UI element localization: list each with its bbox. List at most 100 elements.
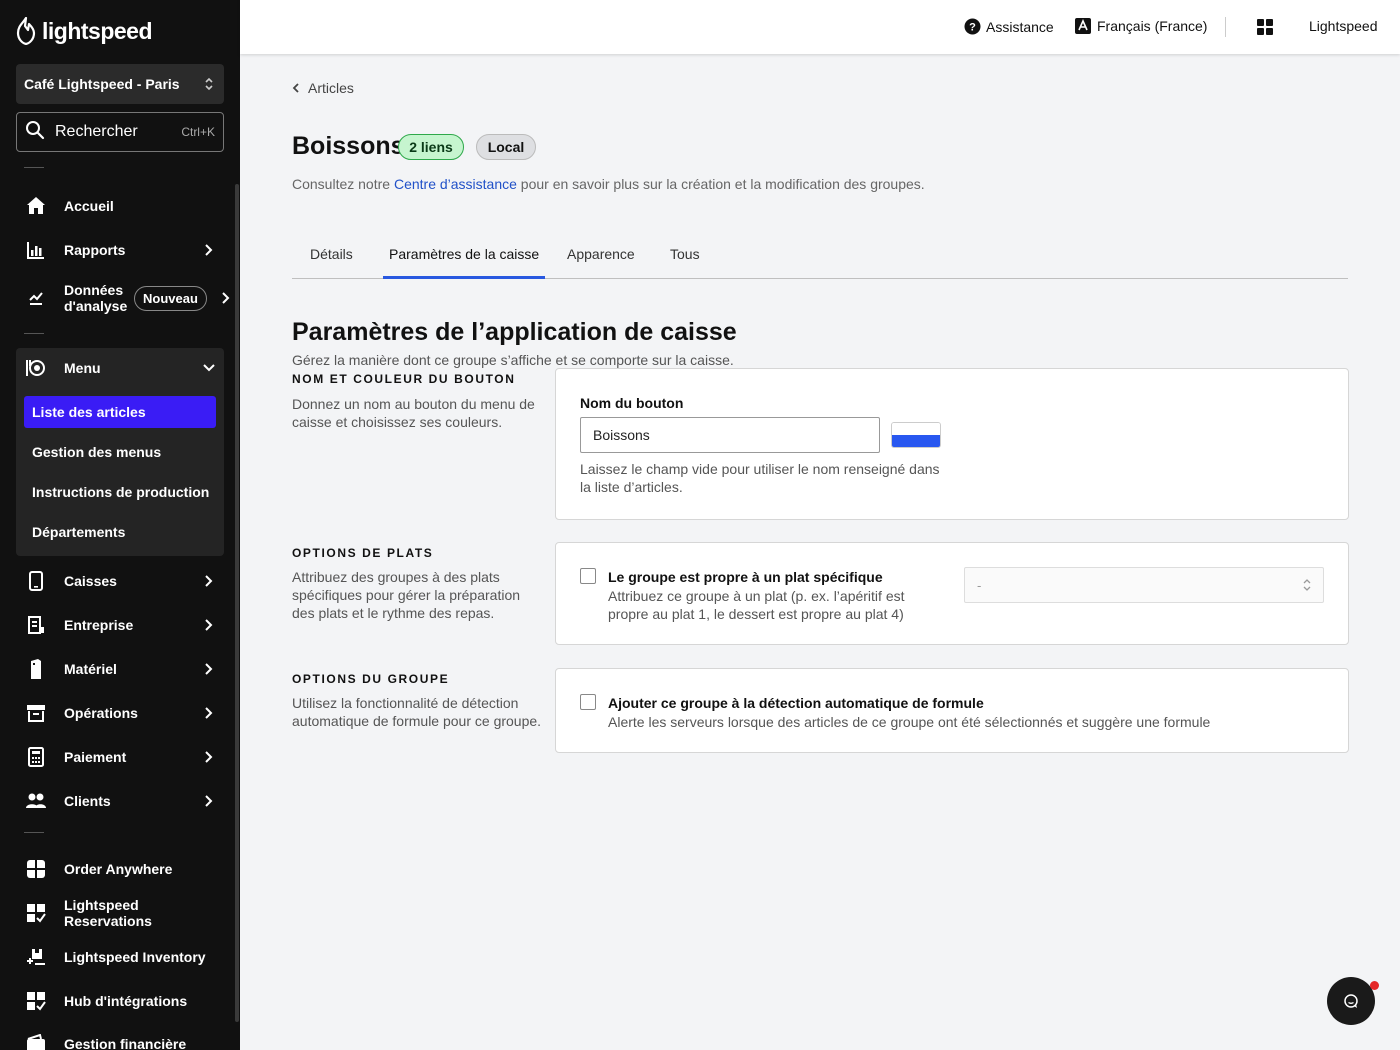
- archive-icon: [24, 701, 48, 725]
- new-badge: Nouveau: [134, 285, 207, 311]
- account-label: Lightspeed: [1309, 18, 1378, 34]
- tab-apparence[interactable]: Apparence: [567, 246, 635, 276]
- lightspeed-logo[interactable]: lightspeed: [16, 17, 153, 45]
- submenu-item-instructions-production[interactable]: Instructions de production: [24, 476, 216, 508]
- sidebar-item-clients[interactable]: Clients: [16, 781, 224, 821]
- language-icon: [1075, 18, 1091, 34]
- button-name-help: Laissez le champ vide pour utiliser le n…: [580, 461, 940, 495]
- auto-detection-checkbox[interactable]: [580, 694, 596, 710]
- menu-group: Menu Liste des articles Gestion des menu…: [16, 348, 224, 556]
- logo-text: lightspeed: [42, 17, 153, 44]
- sidebar-item-donnees-analyse[interactable]: Données d'analyse Nouveau: [16, 278, 240, 318]
- breadcrumb[interactable]: Articles: [292, 80, 354, 96]
- divider: [24, 167, 44, 168]
- course-section-description: Attribuez des groupes à des plats spécif…: [292, 569, 521, 621]
- sidebar-item-label: Menu: [64, 360, 101, 376]
- tab-parametres-caisse[interactable]: Paramètres de la caisse: [383, 246, 546, 279]
- menu-icon: [24, 356, 48, 380]
- grid-icon: [1257, 19, 1273, 35]
- sidebar-item-caisses[interactable]: Caisses: [16, 561, 224, 601]
- device-icon: [24, 657, 48, 681]
- sidebar-item-order-anywhere[interactable]: Order Anywhere: [16, 849, 224, 889]
- analytics-label-line1: Données: [64, 282, 124, 298]
- chat-bubble-icon: [1343, 993, 1359, 1009]
- sidebar-item-reservations[interactable]: Lightspeed Reservations: [16, 893, 224, 933]
- sidebar-item-label: Entreprise: [64, 617, 134, 633]
- analytics-icon: [24, 286, 48, 310]
- submenu-item-liste-articles[interactable]: Liste des articles: [24, 396, 216, 428]
- submenu-item-gestion-menus[interactable]: Gestion des menus: [24, 436, 216, 468]
- search-icon: [25, 120, 45, 145]
- course-select[interactable]: -: [964, 567, 1324, 603]
- search-shortcut: Ctrl+K: [181, 125, 215, 139]
- account-menu[interactable]: Lightspeed: [1309, 18, 1378, 34]
- users-icon: [24, 789, 48, 813]
- building-icon: [24, 613, 48, 637]
- chevron-left-icon: [292, 82, 300, 94]
- chat-button[interactable]: [1327, 977, 1375, 1025]
- language-label: Français (France): [1097, 18, 1208, 34]
- chevron-right-icon: [200, 241, 218, 259]
- group-section-heading: OPTIONS DU GROUPE: [292, 672, 450, 686]
- button-section-heading: NOM ET COULEUR DU BOUTON: [292, 372, 516, 386]
- store-selector[interactable]: Café Lightspeed - Paris: [16, 64, 224, 104]
- button-section-description: Donnez un nom au bouton du menu de caiss…: [292, 396, 535, 430]
- button-name-label: Nom du bouton: [580, 395, 684, 411]
- top-bar: ? Assistance Français (France) Lightspee…: [240, 0, 1400, 54]
- page-subtitle: Consultez notre Centre d’assistance pour…: [292, 176, 925, 192]
- search-label: Rechercher: [55, 123, 138, 140]
- sidebar-item-entreprise[interactable]: Entreprise: [16, 605, 224, 645]
- auto-detection-title: Ajouter ce groupe à la détection automat…: [608, 695, 984, 711]
- course-settings-card: Le groupe est propre à un plat spécifiqu…: [555, 542, 1349, 645]
- divider: [24, 333, 44, 334]
- submenu-item-departements[interactable]: Départements: [24, 516, 216, 548]
- tab-details[interactable]: Détails: [310, 246, 353, 276]
- sidebar-item-label: Accueil: [64, 198, 114, 214]
- chevron-right-icon: [200, 792, 218, 810]
- sidebar-item-menu[interactable]: Menu: [16, 348, 224, 388]
- divider: [24, 832, 44, 833]
- help-link[interactable]: ? Assistance: [964, 18, 1054, 35]
- sidebar-item-label: Order Anywhere: [64, 861, 173, 877]
- group-section-description: Utilisez la fonctionnalité de détection …: [292, 695, 542, 729]
- apps-grid-button[interactable]: [1257, 19, 1273, 35]
- language-selector[interactable]: Français (France): [1075, 18, 1207, 34]
- sidebar-item-materiel[interactable]: Matériel: [16, 649, 224, 689]
- course-specific-checkbox[interactable]: [580, 568, 596, 584]
- subtitle-text: Consultez notre: [292, 176, 394, 192]
- main-content: Articles Boissons 2 liens Local Consulte…: [240, 54, 1400, 1050]
- tab-tous[interactable]: Tous: [670, 246, 700, 276]
- button-name-input[interactable]: [580, 417, 880, 453]
- sidebar-item-inventory[interactable]: Lightspeed Inventory: [16, 937, 224, 977]
- course-section-heading: OPTIONS DE PLATS: [292, 546, 434, 560]
- sidebar-item-rapports[interactable]: Rapports: [16, 230, 224, 270]
- page-title: Boissons: [292, 132, 405, 160]
- course-checkbox-title: Le groupe est propre à un plat spécifiqu…: [608, 569, 883, 585]
- chevron-right-icon: [217, 289, 235, 307]
- sidebar-item-label: Clients: [64, 793, 111, 809]
- sidebar-item-gestion-financiere[interactable]: Gestion financière: [16, 1024, 224, 1050]
- subtitle-text: pour en savoir plus sur la création et l…: [516, 176, 925, 192]
- help-center-link[interactable]: Centre d’assistance: [394, 176, 517, 192]
- sidebar-item-operations[interactable]: Opérations: [16, 693, 224, 733]
- integrations-icon: [24, 989, 48, 1013]
- home-icon: [24, 194, 48, 218]
- search-button[interactable]: Rechercher Ctrl+K: [16, 112, 224, 152]
- sidebar-item-accueil[interactable]: Accueil: [16, 186, 224, 226]
- sidebar-item-label: Gestion financière: [64, 1036, 187, 1050]
- links-badge[interactable]: 2 liens: [398, 134, 464, 160]
- sort-caret-icon: [1303, 578, 1311, 592]
- section-description: Gérez la manière dont ce groupe s’affich…: [292, 352, 734, 368]
- sort-caret-icon: [204, 76, 214, 93]
- wallet-icon: [24, 1032, 48, 1050]
- button-color-picker[interactable]: [891, 422, 941, 448]
- sidebar-item-label: Matériel: [64, 661, 117, 677]
- sidebar-item-hub-integrations[interactable]: Hub d'intégrations: [16, 981, 224, 1021]
- swatch-color: [892, 435, 940, 447]
- sidebar-item-label: Caisses: [64, 573, 117, 589]
- tablet-icon: [24, 569, 48, 593]
- chevron-right-icon: [200, 704, 218, 722]
- breadcrumb-label: Articles: [308, 80, 354, 96]
- group-settings-card: Ajouter ce groupe à la détection automat…: [555, 668, 1349, 753]
- sidebar-item-paiement[interactable]: Paiement: [16, 737, 224, 777]
